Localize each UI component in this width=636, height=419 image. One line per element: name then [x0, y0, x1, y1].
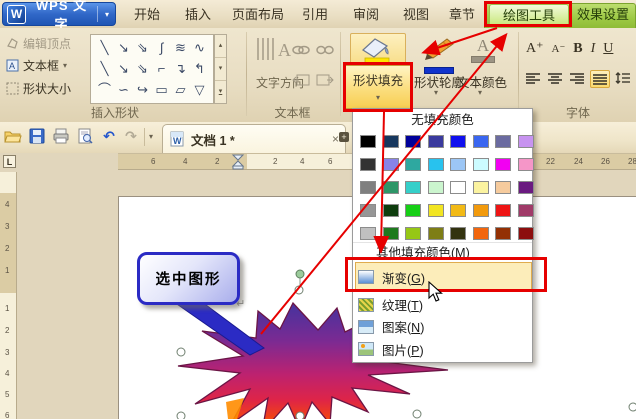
- color-swatch[interactable]: [405, 135, 421, 148]
- color-swatch[interactable]: [450, 158, 466, 171]
- color-swatch[interactable]: [517, 204, 534, 217]
- texture-icon: [358, 297, 374, 312]
- wps-writer-window: W WPS 文字 ▾ 开始 插入 页面布局 引用 审阅 视图 章节 绘图工具 效…: [0, 0, 636, 419]
- color-swatch[interactable]: [495, 204, 511, 217]
- annotation-box-drawing-tools: [484, 1, 572, 27]
- annotation-box-gradient: [345, 257, 547, 292]
- color-swatch[interactable]: [382, 227, 399, 240]
- color-swatch[interactable]: [405, 158, 421, 171]
- color-swatch[interactable]: [495, 181, 511, 194]
- shapes-layer: [172, 269, 636, 419]
- color-swatch[interactable]: [450, 204, 466, 217]
- menu-item-pattern[interactable]: 图案(N): [353, 316, 532, 337]
- menu-item-picture[interactable]: 图片(P): [353, 338, 532, 360]
- color-swatch[interactable]: [450, 227, 466, 240]
- color-swatch[interactable]: [405, 204, 421, 217]
- mouse-cursor: [428, 281, 443, 302]
- color-swatch[interactable]: [495, 135, 511, 148]
- callout-text: 选中图形: [155, 272, 222, 288]
- color-swatch[interactable]: [360, 158, 376, 171]
- pattern-icon: [358, 319, 374, 334]
- color-swatch[interactable]: [382, 135, 399, 148]
- color-swatch[interactable]: [495, 227, 511, 240]
- color-swatch[interactable]: [517, 158, 534, 171]
- color-swatch[interactable]: [517, 135, 534, 148]
- color-swatch[interactable]: [427, 204, 444, 217]
- color-swatch[interactable]: [405, 181, 421, 194]
- color-swatch[interactable]: [382, 181, 399, 194]
- color-swatch[interactable]: [517, 227, 534, 240]
- color-swatch[interactable]: [427, 158, 444, 171]
- color-swatch[interactable]: [427, 227, 444, 240]
- color-swatch[interactable]: [382, 158, 399, 171]
- color-palette: [360, 135, 534, 240]
- color-swatch[interactable]: [360, 227, 376, 240]
- color-swatch[interactable]: [450, 181, 466, 194]
- picture-icon: [358, 342, 374, 356]
- color-swatch[interactable]: [382, 204, 399, 217]
- color-swatch[interactable]: [405, 227, 421, 240]
- color-swatch[interactable]: [472, 135, 489, 148]
- color-swatch[interactable]: [360, 204, 376, 217]
- menu-item-no-fill[interactable]: 无填充颜色: [353, 112, 532, 129]
- callout-selected-shape[interactable]: 选中图形: [137, 252, 240, 305]
- color-swatch[interactable]: [450, 135, 466, 148]
- color-swatch[interactable]: [360, 135, 376, 148]
- shape-fill-menu: 无填充颜色 其他填充颜色(M) 渐变(G) 纹理(T) 图案(N) 图片(P): [352, 108, 534, 363]
- color-swatch[interactable]: [472, 181, 489, 194]
- color-swatch[interactable]: [427, 135, 444, 148]
- color-swatch[interactable]: [360, 181, 376, 194]
- callout-tail: [172, 301, 265, 356]
- color-swatch[interactable]: [495, 158, 511, 171]
- color-swatch[interactable]: [427, 181, 444, 194]
- color-swatch[interactable]: [472, 158, 489, 171]
- color-swatch[interactable]: [517, 181, 534, 194]
- annotation-box-shape-fill: [343, 62, 413, 112]
- color-swatch[interactable]: [472, 227, 489, 240]
- rotation-handle[interactable]: [295, 269, 305, 279]
- color-swatch[interactable]: [472, 204, 489, 217]
